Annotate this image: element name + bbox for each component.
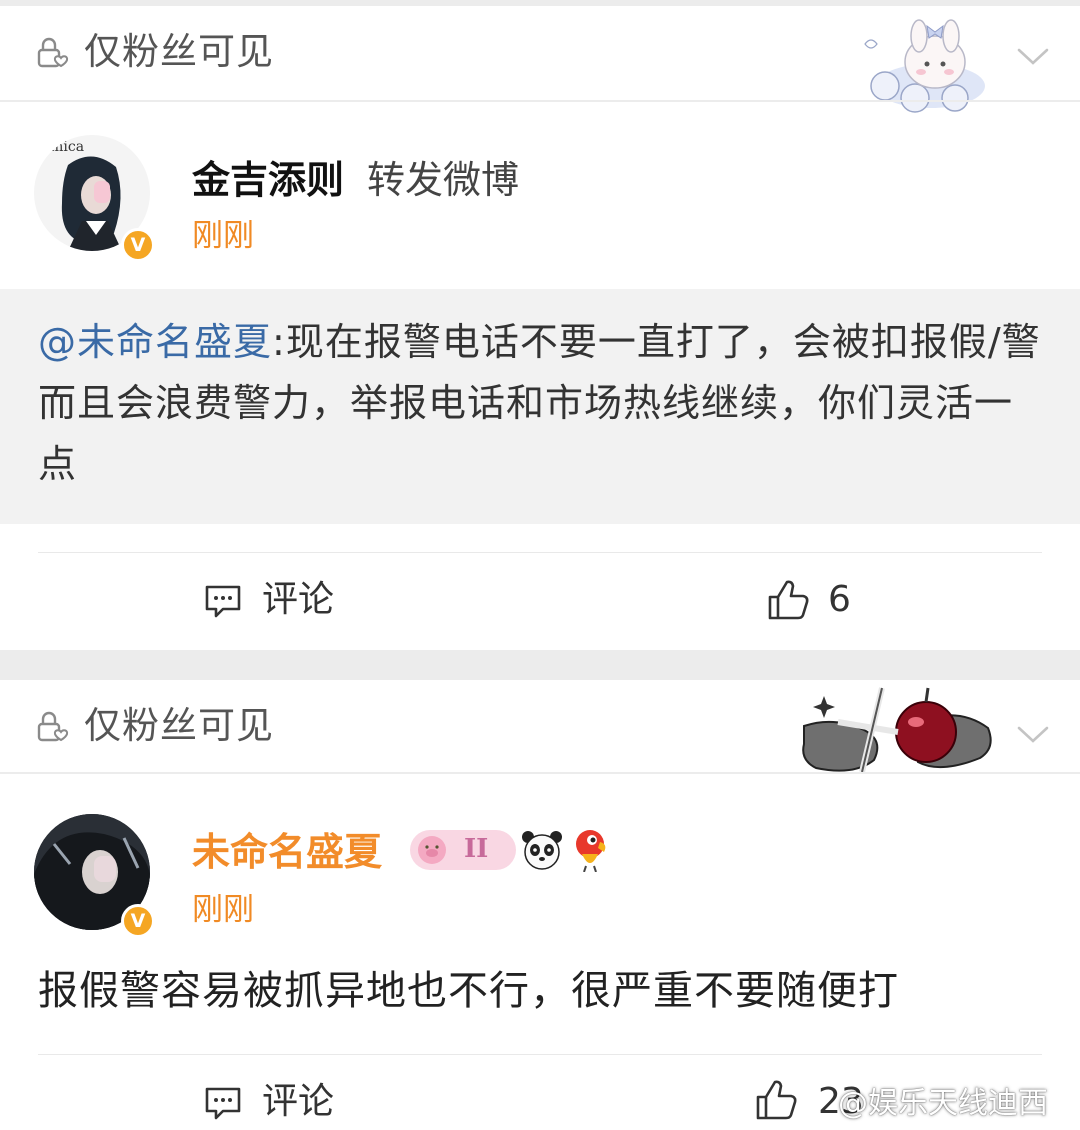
verified-icon: V xyxy=(121,228,155,262)
thumb-up-icon xyxy=(768,580,809,620)
author-name[interactable]: 未命名盛夏 xyxy=(192,830,382,874)
action-divider xyxy=(38,552,1042,553)
action-divider xyxy=(38,1054,1042,1055)
panda-emoji-icon xyxy=(522,831,562,870)
watermark: @娱乐天线迪西 xyxy=(838,1086,1048,1121)
header-divider xyxy=(0,772,1080,774)
verified-icon: V xyxy=(121,904,155,938)
comment-label: 评论 xyxy=(262,579,335,620)
apple-sword-sticker xyxy=(802,687,992,773)
author-name[interactable]: 金吉添则 xyxy=(192,158,344,202)
comment-button[interactable]: 评论 xyxy=(200,578,360,622)
post-time: 刚刚 xyxy=(192,892,254,928)
comment-button[interactable]: 评论 xyxy=(200,1080,360,1124)
lock-heart-icon xyxy=(37,711,69,742)
comment-label: 评论 xyxy=(262,1081,335,1122)
post-time: 刚刚 xyxy=(192,218,254,254)
chevron-down-icon[interactable] xyxy=(1015,724,1051,746)
like-count: 6 xyxy=(828,579,851,620)
lock-heart-icon xyxy=(37,37,69,68)
avatar-text: Amica xyxy=(39,139,84,155)
mention-link[interactable]: @未命名盛夏 xyxy=(38,320,272,364)
like-button[interactable]: 6 xyxy=(764,576,874,624)
thumb-up-icon xyxy=(756,1080,797,1120)
fan-badge-text: II xyxy=(464,834,489,864)
post-body: 报假警容易被抓异地也不行，很严重不要随便打 xyxy=(38,968,899,1014)
post-gap xyxy=(0,650,1080,680)
visibility-label: 仅粉丝可见 xyxy=(84,30,274,73)
visibility-header: 仅粉丝可见 xyxy=(0,6,1080,113)
visibility-label: 仅粉丝可见 xyxy=(84,704,274,747)
pig-icon xyxy=(418,836,446,864)
header-divider xyxy=(0,100,1080,102)
chevron-down-icon[interactable] xyxy=(1015,46,1051,68)
quoted-post-text: @未命名盛夏:现在报警电话不要一直打了，会被扣报假/警而且会浪费警力，举报电话和… xyxy=(38,312,1043,495)
action-label: 转发微博 xyxy=(367,158,520,202)
bunny-sticker xyxy=(864,19,985,113)
comment-icon xyxy=(205,1087,241,1120)
fan-badge: II xyxy=(410,830,516,870)
visibility-header: 仅粉丝可见 xyxy=(0,680,1080,773)
comment-icon xyxy=(205,585,241,618)
parrot-emoji-icon xyxy=(576,830,606,872)
